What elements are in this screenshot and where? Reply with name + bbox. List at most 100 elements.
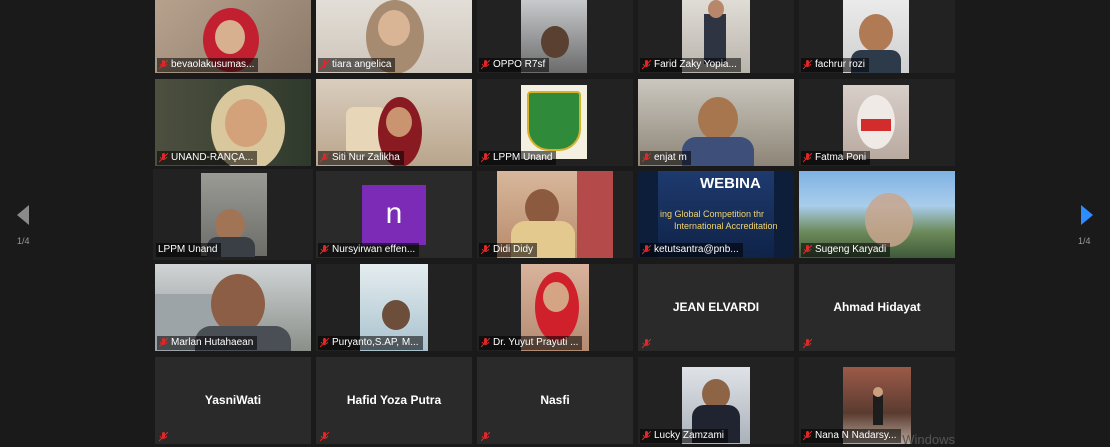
participant-name-bar: enjat m [640, 151, 691, 165]
participant-name: ketutsantra@pnb... [654, 244, 739, 255]
participant-name-bar: Fatma Poni [801, 151, 871, 165]
muted-mic-icon [481, 338, 490, 348]
participant-name: Puryanto,S.AP, M... [332, 337, 419, 348]
participant-name-bar: fachrur rozi [801, 58, 870, 72]
participant-name-bar: Didi Didy [479, 243, 538, 257]
participant-tile[interactable]: LPPM Unand [477, 79, 633, 166]
participant-name-bar: Lucky Zamzami [640, 429, 729, 443]
participant-name: Siti Nur Zalikha [332, 152, 400, 163]
participant-tile[interactable]: Farid Zaky Yopia... [638, 0, 794, 73]
participant-name: Marlan Hutahaean [171, 337, 254, 348]
participant-name-bar: OPPO R7sf [479, 58, 550, 72]
muted-mic-icon [642, 60, 651, 70]
participant-tile[interactable]: OPPO R7sf [477, 0, 633, 73]
muted-mic-icon [159, 338, 168, 348]
muted-mic-icon [320, 245, 329, 255]
muted-mic-icon [481, 245, 490, 255]
participant-name: UNAND-RANÇA... [171, 152, 254, 163]
participant-name-bar: LPPM Unand [479, 151, 557, 165]
participant-name-bar: LPPM Unand [156, 243, 222, 257]
participant-tile[interactable]: UNAND-RANÇA... [155, 79, 311, 166]
screen-share-line: International Accreditation [674, 221, 778, 231]
participant-name-bar: Nana N Nadarsy... [801, 429, 901, 443]
muted-mic-icon [803, 153, 812, 163]
muted-mic-icon [320, 432, 329, 442]
participant-tile[interactable]: WEBINA ing Global Competition thr Intern… [638, 171, 794, 258]
participant-tile[interactable]: Dr. Yuyut Prayuti ... [477, 264, 633, 351]
participant-name-bar: ketutsantra@pnb... [640, 243, 743, 257]
participant-name-bar: Marlan Hutahaean [157, 336, 258, 350]
muted-mic-icon [320, 153, 329, 163]
university-logo [521, 85, 587, 159]
participant-tile[interactable]: tiara angelica [316, 0, 472, 73]
avatar: n [362, 185, 426, 245]
participant-name-bar: Nursyirwan effen... [318, 243, 420, 257]
muted-mic-icon [642, 339, 651, 349]
muted-mic-icon [481, 60, 490, 70]
participant-tile[interactable]: Nasfi [477, 357, 633, 444]
screen-share-title: WEBINA [700, 175, 761, 192]
participant-name: Nana N Nadarsy... [815, 430, 897, 441]
gallery-grid: bevaolakusumas... tiara angelica OPPO R7… [0, 0, 1110, 444]
participant-tile[interactable]: Lucky Zamzami [638, 357, 794, 444]
participant-name: Lucky Zamzami [654, 430, 725, 441]
next-page-arrow-icon[interactable] [1078, 204, 1096, 226]
participant-name: Fatma Poni [815, 152, 867, 163]
participant-tile[interactable]: Puryanto,S.AP, M... [316, 264, 472, 351]
participant-tile[interactable]: Marlan Hutahaean [155, 264, 311, 351]
participant-tile[interactable]: Siti Nur Zalikha [316, 79, 472, 166]
participant-name: JEAN ELVARDI [672, 300, 760, 314]
active-speaker-tile[interactable]: LPPM Unand [153, 169, 313, 260]
participant-tile[interactable]: enjat m [638, 79, 794, 166]
participant-name: Nursyirwan effen... [332, 244, 416, 255]
participant-name: Farid Zaky Yopia... [654, 59, 737, 70]
participant-tile[interactable]: n Nursyirwan effen... [316, 171, 472, 258]
screen-share-line: ing Global Competition thr [660, 209, 765, 219]
participant-name-bar: Sugeng Karyadi [801, 243, 891, 257]
participant-name: Didi Didy [493, 244, 534, 255]
muted-mic-icon [159, 153, 168, 163]
participant-name-bar: tiara angelica [318, 58, 396, 72]
participant-name: LPPM Unand [158, 244, 218, 255]
participant-name: tiara angelica [332, 59, 392, 70]
participant-tile[interactable]: bevaolakusumas... [155, 0, 311, 73]
participant-name-bar: Siti Nur Zalikha [318, 151, 404, 165]
muted-mic-icon [320, 338, 329, 348]
participant-tile[interactable]: JEAN ELVARDI [638, 264, 794, 351]
participant-name: Hafid Yoza Putra [346, 393, 442, 407]
participant-name: enjat m [654, 152, 687, 163]
muted-mic-icon [481, 153, 490, 163]
participant-tile[interactable]: Fatma Poni [799, 79, 955, 166]
participant-name: fachrur rozi [815, 59, 866, 70]
participant-tile[interactable]: Nana N Nadarsy... [799, 357, 955, 444]
muted-mic-icon [803, 60, 812, 70]
muted-mic-icon [642, 153, 651, 163]
page-indicator-right: 1/4 [1078, 236, 1091, 246]
muted-mic-icon [159, 432, 168, 442]
participant-name: Nasfi [540, 393, 570, 407]
participant-name-bar: Farid Zaky Yopia... [640, 58, 741, 72]
participant-tile[interactable]: Sugeng Karyadi [799, 171, 955, 258]
page-indicator-left: 1/4 [17, 236, 30, 246]
participant-name: Ahmad Hidayat [833, 300, 921, 314]
muted-mic-icon [481, 432, 490, 442]
muted-mic-icon [803, 339, 812, 349]
participant-name: bevaolakusumas... [171, 59, 255, 70]
muted-mic-icon [642, 245, 651, 255]
previous-page-arrow-icon[interactable] [14, 204, 32, 226]
participant-name-bar: bevaolakusumas... [157, 58, 259, 72]
muted-mic-icon [803, 431, 812, 441]
participant-tile[interactable]: fachrur rozi [799, 0, 955, 73]
participant-name: YasniWati [204, 393, 262, 407]
muted-mic-icon [320, 60, 329, 70]
muted-mic-icon [803, 245, 812, 255]
participant-tile[interactable]: YasniWati [155, 357, 311, 444]
participant-name: LPPM Unand [493, 152, 553, 163]
participant-tile[interactable]: Ahmad Hidayat [799, 264, 955, 351]
participant-tile[interactable]: Hafid Yoza Putra [316, 357, 472, 444]
windows-watermark: Windows [902, 432, 955, 447]
muted-mic-icon [642, 431, 651, 441]
participant-tile[interactable]: Didi Didy [477, 171, 633, 258]
participant-name: Sugeng Karyadi [815, 244, 887, 255]
participant-name: Dr. Yuyut Prayuti ... [493, 337, 579, 348]
